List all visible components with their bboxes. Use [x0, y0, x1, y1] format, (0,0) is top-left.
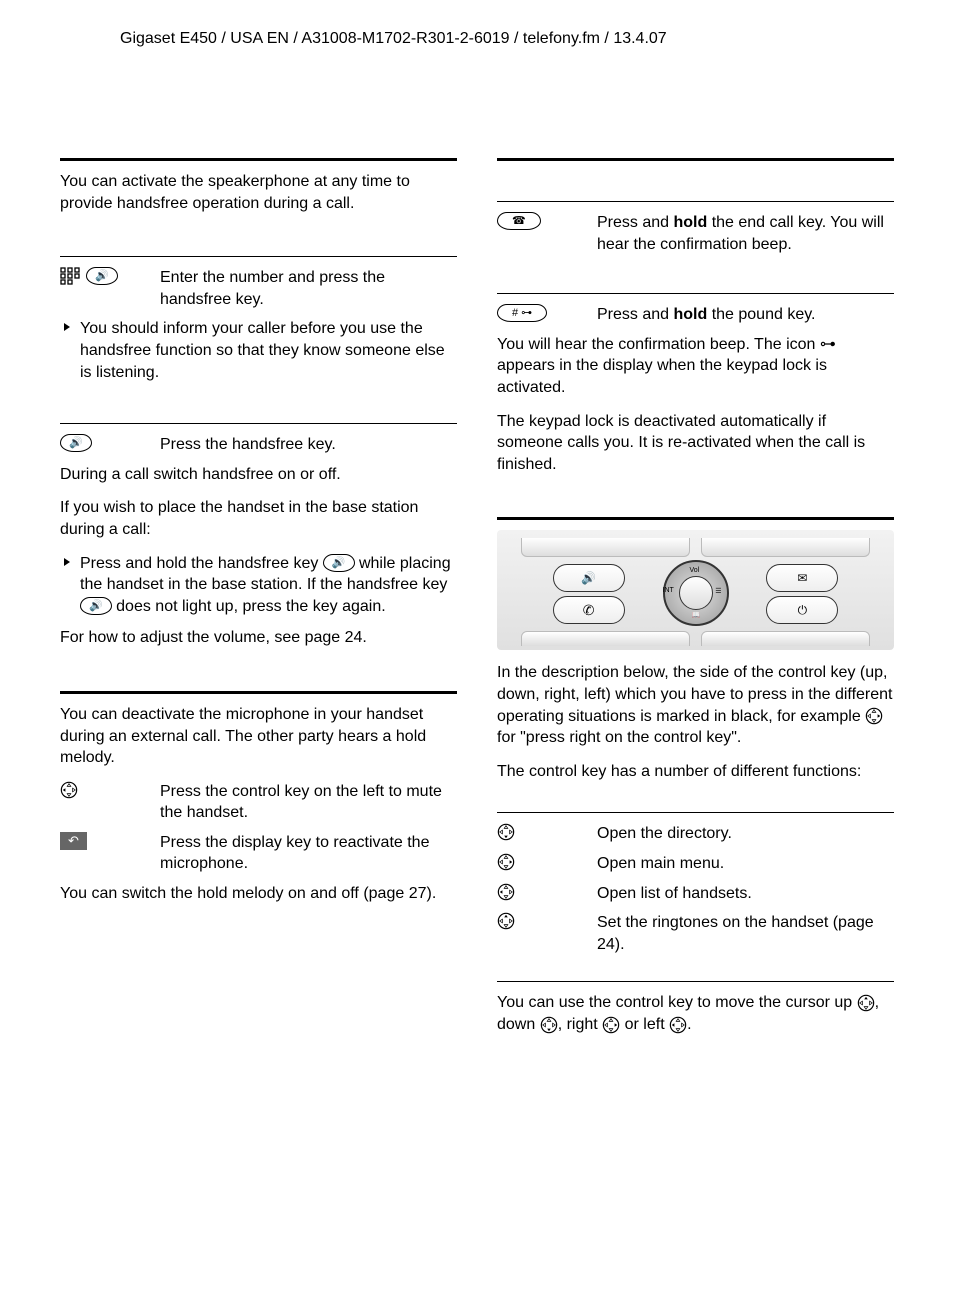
function-text: Open the directory.: [597, 823, 894, 845]
function-text: Open list of handsets.: [597, 883, 894, 905]
body-text: You can switch the hold melody on and of…: [60, 883, 457, 905]
subsection-rule: [497, 812, 894, 813]
subsection-rule: [60, 423, 457, 424]
control-left-icon: [497, 883, 515, 901]
body-text: In the description below, the side of th…: [497, 662, 894, 748]
control-right-icon: [602, 1016, 620, 1033]
envelope-icon: ✉: [766, 564, 838, 592]
step-text: Press the handsfree key.: [160, 434, 457, 456]
talk-key-icon: ✆: [553, 596, 625, 624]
step-text: Press and hold the handsfree key 🔊 while…: [80, 553, 457, 618]
pound-key-icon: # ⊶: [497, 304, 547, 322]
handsfree-key-icon: 🔊: [60, 434, 92, 452]
function-text: Set the ringtones on the handset (page 2…: [597, 912, 894, 955]
document-page: { "header": "Gigaset E450 / USA EN / A31…: [0, 0, 954, 1107]
control-right-icon: [865, 708, 883, 725]
right-column: ☎ Press and hold the end call key. You w…: [497, 158, 894, 1047]
subsection-rule: [497, 293, 894, 294]
intro-text: You can activate the speakerphone at any…: [60, 171, 457, 214]
control-up-icon: [857, 994, 875, 1011]
section-rule: [60, 158, 457, 161]
step-text: Enter the number and press the handsfree…: [160, 267, 457, 310]
section-rule: [60, 691, 457, 694]
handsfree-key-icon: 🔊: [86, 267, 118, 285]
page-header: Gigaset E450 / USA EN / A31008-M1702-R30…: [60, 30, 894, 48]
handsfree-key-icon: 🔊: [80, 597, 112, 615]
control-down-icon: [497, 823, 515, 841]
body-text: You can deactivate the microphone in you…: [60, 704, 457, 769]
step-text: Press and hold the pound key.: [597, 304, 894, 326]
handsfree-key-icon: 🔊: [553, 564, 625, 592]
power-key-icon: ⏻: [766, 596, 838, 624]
body-text: If you wish to place the handset in the …: [60, 497, 457, 540]
control-key-illustration: 🔊 ✉ ✆ ⏻ Vol INT ☰ 📖: [497, 530, 894, 650]
body-text: You will hear the confirmation beep. The…: [497, 334, 894, 399]
bullet-arrow-icon: [62, 553, 72, 572]
step-text: Press the control key on the left to mut…: [160, 781, 457, 824]
body-text: The keypad lock is deactivated automatic…: [497, 411, 894, 476]
bullet-arrow-icon: [62, 318, 72, 337]
section-rule: [497, 517, 894, 520]
body-text: During a call switch handsfree on or off…: [60, 464, 457, 486]
keypad-icon: [60, 267, 80, 285]
control-down-icon: [540, 1016, 558, 1033]
body-text: The control key has a number of differen…: [497, 761, 894, 783]
left-column: You can activate the speakerphone at any…: [60, 158, 457, 1047]
end-call-key-icon: ☎: [497, 212, 541, 230]
subsection-rule: [497, 201, 894, 202]
note-text: You should inform your caller before you…: [80, 318, 457, 383]
body-text: For how to adjust the volume, see page 2…: [60, 627, 457, 649]
undo-display-key-icon: ↶: [60, 832, 87, 850]
control-left-icon: [669, 1016, 687, 1033]
body-text: You can use the control key to move the …: [497, 992, 894, 1035]
section-rule: [497, 158, 894, 161]
control-up-icon: [497, 912, 515, 930]
step-text: Press the display key to reactivate the …: [160, 832, 457, 875]
control-right-icon: [497, 853, 515, 871]
control-left-icon: [60, 781, 78, 799]
handsfree-key-icon: 🔊: [323, 554, 355, 572]
function-text: Open main menu.: [597, 853, 894, 875]
subsection-rule: [60, 256, 457, 257]
subsection-rule: [497, 981, 894, 982]
step-text: Press and hold the end call key. You wil…: [597, 212, 894, 255]
